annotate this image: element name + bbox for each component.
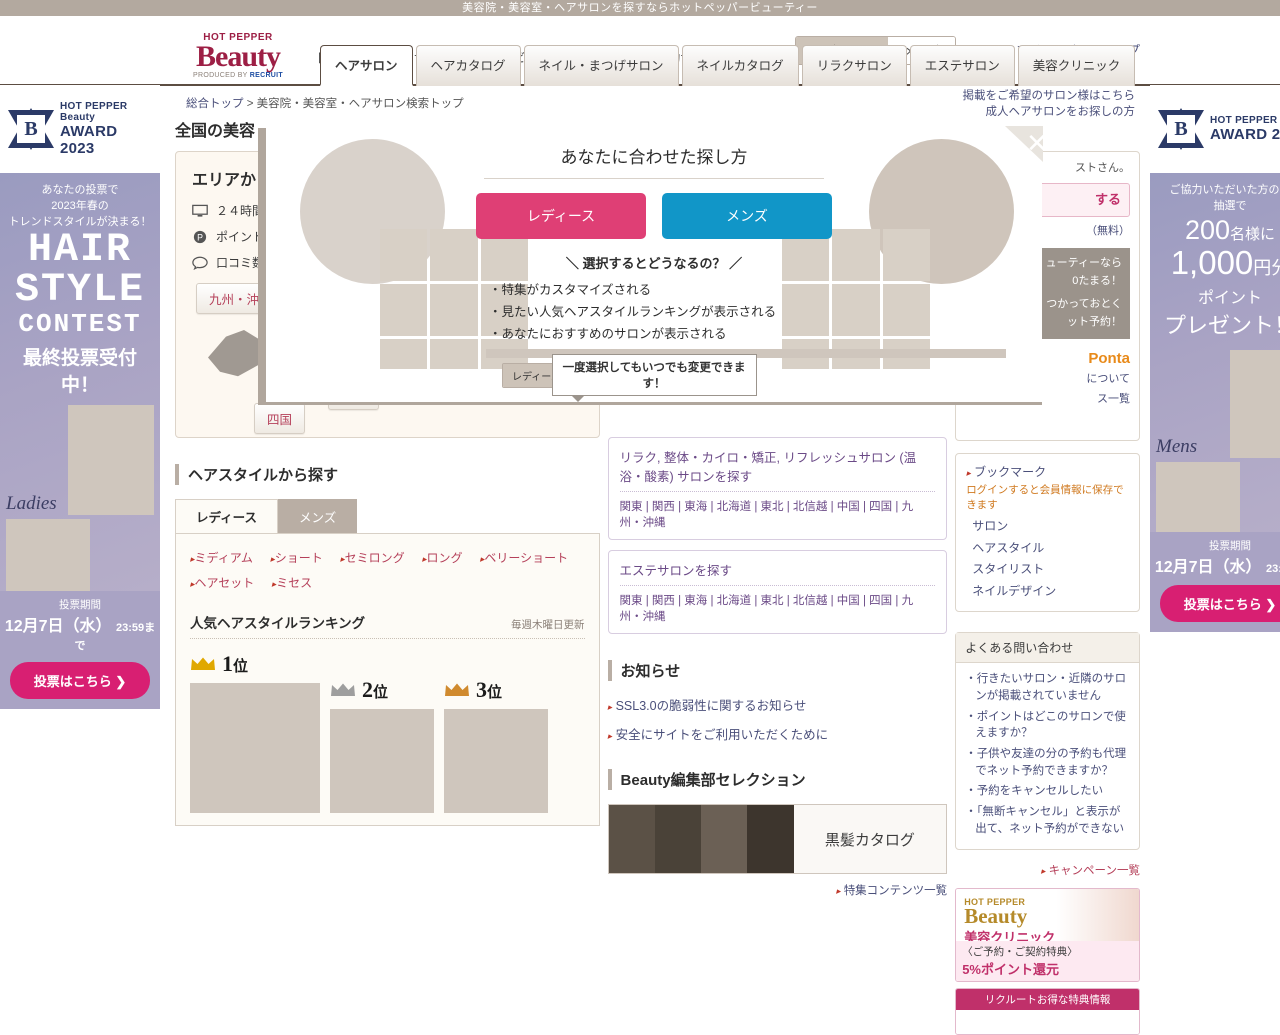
modal-benefit-item: ・あなたにおすすめのサロンが表示される: [489, 326, 727, 341]
modal-ladies-button[interactable]: レディース: [476, 193, 646, 239]
modal-note-bubble: 一度選択してもいつでも変更できます！: [551, 353, 757, 402]
modal-mens-button[interactable]: メンズ: [662, 193, 832, 239]
modal-close-button[interactable]: ✕: [1021, 128, 1053, 160]
ad-recruit-title: リクルートお得な特典情報: [956, 989, 1139, 1011]
ad-recruit-body: [956, 1010, 1139, 1035]
modal-gender-buttons[interactable]: レディース メンズ: [266, 193, 1042, 239]
modal-benefit-list: ・特集がカスタマイズされる ・見たい人気ヘアスタイルランキングが表示される ・あ…: [489, 280, 819, 346]
modal-title: あなたに合わせた探し方: [560, 148, 748, 167]
modal-divider: [484, 178, 824, 179]
modal-subtitle: ＼ 選択するとどうなるの？ ／: [565, 256, 743, 271]
ad-recruit-benefits[interactable]: リクルートお得な特典情報: [955, 988, 1140, 1035]
modal-benefit-item: ・特集がカスタマイズされる: [489, 283, 652, 297]
ad-clinic-point-text: 5%ポイント還元: [962, 962, 1059, 978]
gender-select-modal: あなたに合わせた探し方 レディース メンズ ＼ 選択するとどうなるの？ ／ ・特…: [266, 125, 1042, 402]
modal-benefit-item: ・見たい人気ヘアスタイルランキングが表示される: [489, 304, 777, 319]
